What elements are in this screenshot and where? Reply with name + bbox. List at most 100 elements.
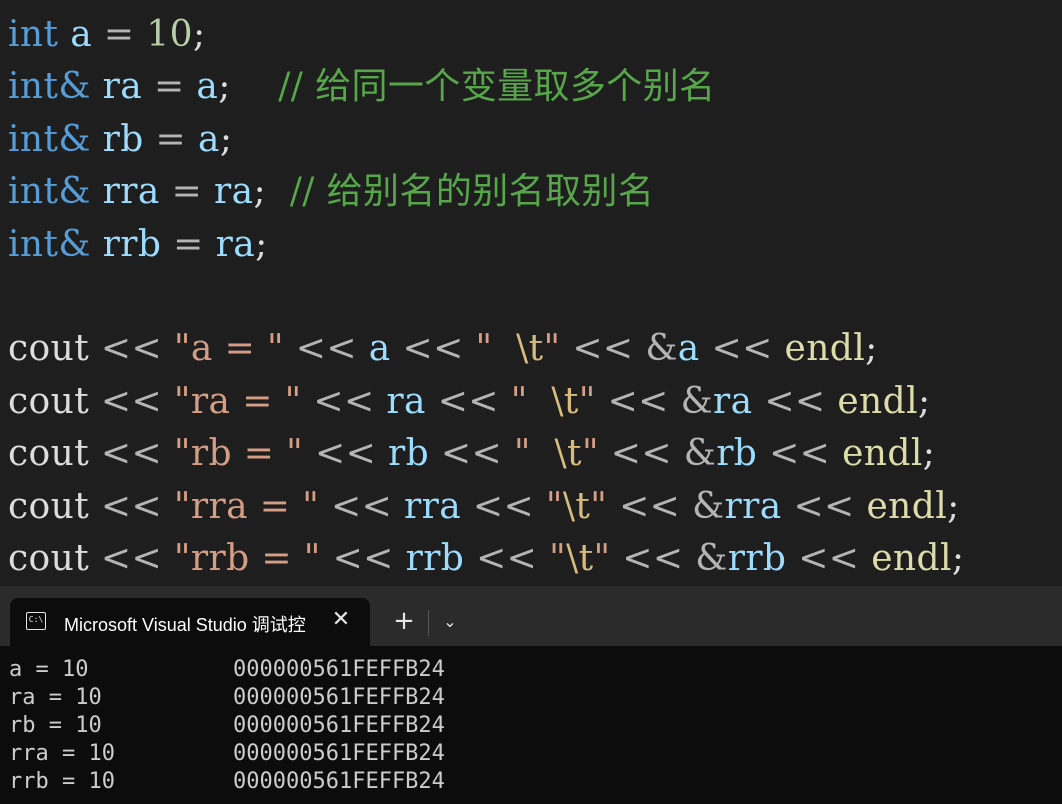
keyword: int& <box>8 66 91 108</box>
identifier: cout <box>8 537 90 579</box>
new-tab-button[interactable]: + <box>388 606 420 638</box>
semicolon: ; <box>922 433 936 475</box>
identifier: rb <box>716 433 758 475</box>
operator: << <box>781 485 867 527</box>
semicolon: ; <box>865 328 878 370</box>
string-literal: " <box>581 433 599 475</box>
tab-debug-console[interactable]: C:\ Microsoft Visual Studio 调试控 ✕ <box>10 598 370 646</box>
output-line: rb = 10 000000561FEFFB24 <box>9 712 529 740</box>
code-line: int& rb = a; <box>8 114 1062 166</box>
keyword: int& <box>8 171 91 213</box>
string-literal: "rrb = " <box>173 537 321 579</box>
identifier: a <box>677 328 700 370</box>
identifier: rrb <box>405 537 465 579</box>
escape-sequence: \t <box>551 380 579 422</box>
string-literal: " <box>593 537 611 579</box>
operator: << <box>89 485 174 527</box>
string-literal: "a = " <box>173 328 284 370</box>
identifier: ra <box>102 66 143 108</box>
operator: << <box>607 485 693 527</box>
identifier: rra <box>102 171 160 213</box>
identifier: ra <box>214 171 254 213</box>
output-value: rra = 10 <box>9 741 115 766</box>
output-value: rb = 10 <box>9 713 102 738</box>
operator: << <box>429 433 514 475</box>
output-value: ra = 10 <box>9 685 102 710</box>
semicolon: ; <box>218 66 231 108</box>
function-name: endl <box>866 485 948 527</box>
function-name: endl <box>837 380 918 422</box>
output-value: a = 10 <box>9 657 89 682</box>
comment: // 给同一个变量取多个别名 <box>278 66 716 108</box>
string-literal: " <box>590 485 608 527</box>
identifier: ra <box>386 380 426 422</box>
identifier: ra <box>713 380 753 422</box>
output-line: rra = 10 000000561FEFFB24 <box>9 740 529 768</box>
operator: << <box>319 485 404 527</box>
code-line: cout << "a = " << a << " \t" << &a << en… <box>8 323 1062 375</box>
output-line: a = 10 000000561FEFFB24 <box>9 656 529 684</box>
output-address: 000000561FEFFB24 <box>233 713 445 738</box>
operator: = <box>159 171 215 213</box>
operator: << <box>786 537 872 579</box>
output-address: 000000561FEFFB24 <box>233 769 445 794</box>
output-address: 000000561FEFFB24 <box>233 741 445 766</box>
string-literal: " <box>578 380 596 422</box>
escape-sequence: \t <box>562 485 591 527</box>
semicolon: ; <box>255 223 268 265</box>
code-line: int a = 10; <box>8 9 1062 61</box>
identifier: ra <box>215 223 256 265</box>
identifier: rb <box>387 433 430 475</box>
output-line: rrb = 10 000000561FEFFB24 <box>9 768 529 796</box>
keyword: int& <box>8 223 91 265</box>
code-line: int& rrb = ra; <box>8 219 1062 271</box>
operator: << <box>425 380 511 422</box>
operator: = <box>143 118 198 160</box>
operator: = <box>92 14 147 55</box>
escape-sequence: \t <box>516 328 544 370</box>
code-editor[interactable]: int a = 10; int& ra = a; // 给同一个变量取多个别名 … <box>0 0 1062 586</box>
semicolon: ; <box>917 380 931 422</box>
operator: << <box>461 485 546 527</box>
operator: << <box>598 433 684 475</box>
operator: = <box>142 66 197 108</box>
code-line: cout << "ra = " << ra << " \t" << &ra <<… <box>8 376 1062 428</box>
operator: & <box>692 485 725 527</box>
operator: << <box>610 537 696 579</box>
semicolon: ; <box>951 537 965 579</box>
function-name: endl <box>871 537 952 579</box>
identifier: rra <box>404 485 462 527</box>
tab-title: Microsoft Visual Studio 调试控 <box>64 615 306 635</box>
code-line: cout << "rrb = " << rrb << "\t" << &rrb … <box>8 533 1062 585</box>
identifier: cout <box>8 485 90 527</box>
close-icon[interactable]: ✕ <box>328 607 354 633</box>
operator: << <box>752 380 838 422</box>
console-output: a = 10 000000561FEFFB24 ra = 10 000000561F… <box>9 656 529 796</box>
operator: << <box>390 328 476 370</box>
operator: << <box>464 537 550 579</box>
number-literal: 10 <box>146 14 193 55</box>
console-icon: C:\ <box>26 612 46 630</box>
output-value: rrb = 10 <box>9 769 115 794</box>
string-literal: " <box>513 433 555 475</box>
identifier: rrb <box>102 223 162 265</box>
string-literal: " <box>510 380 552 422</box>
chevron-down-icon[interactable]: ⌄ <box>436 606 464 638</box>
operator: << <box>283 328 369 370</box>
escape-sequence: \t <box>566 537 594 579</box>
operator: & <box>683 433 717 475</box>
terminal-tab-bar: C:\ Microsoft Visual Studio 调试控 ✕ + ⌄ <box>0 586 1062 646</box>
operator: << <box>301 380 387 422</box>
code-line: cout << "rb = " << rb << " \t" << &rb <<… <box>8 428 1062 480</box>
string-literal: " <box>475 328 517 370</box>
string-literal: "rb = " <box>173 433 304 475</box>
tab-divider <box>428 610 429 636</box>
identifier: cout <box>8 380 90 422</box>
